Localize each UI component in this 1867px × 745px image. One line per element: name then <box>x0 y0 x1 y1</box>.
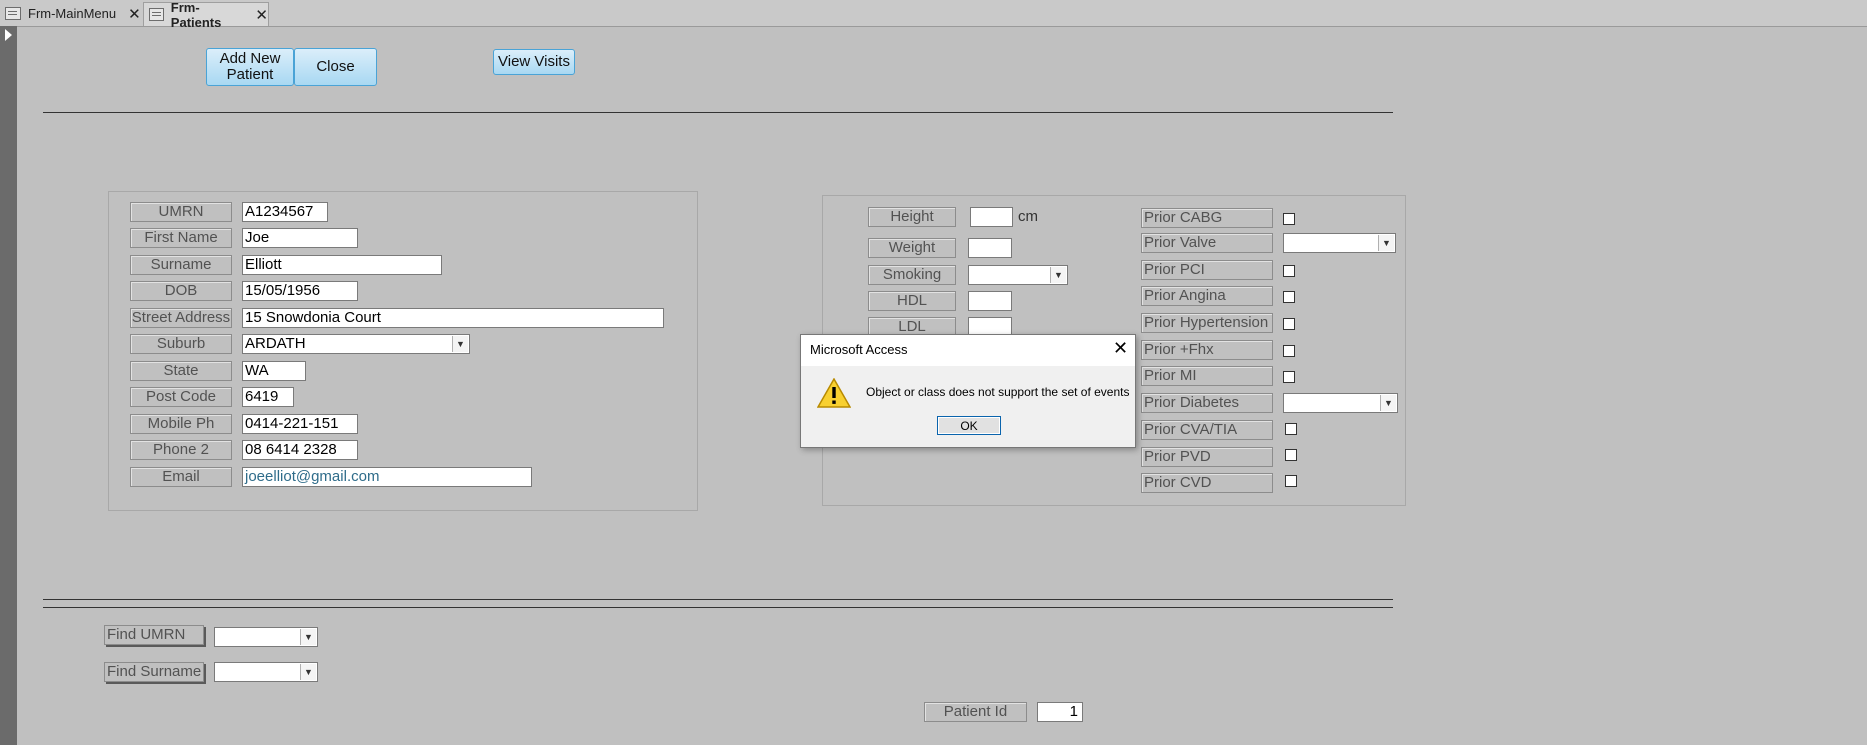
prior-cva-tia-label: Prior CVA/TIA <box>1141 420 1273 440</box>
prior-fhx-label: Prior +Fhx <box>1141 340 1273 360</box>
prior-pvd-label: Prior PVD <box>1141 447 1273 467</box>
prior-hypertension-checkbox[interactable] <box>1283 318 1295 330</box>
form-icon <box>149 8 164 21</box>
prior-cabg-checkbox[interactable] <box>1283 213 1295 225</box>
height-unit: cm <box>1018 208 1038 225</box>
post-code-field[interactable]: 6419 <box>242 387 294 407</box>
close-button[interactable]: Close <box>294 48 377 86</box>
chevron-down-icon[interactable]: ▼ <box>1050 267 1066 283</box>
tab-patients[interactable]: Frm-Patients ✕ <box>143 0 269 30</box>
suburb-value: ARDATH <box>245 335 306 352</box>
dialog-title: Microsoft Access <box>810 342 908 357</box>
patient-id-label: Patient Id <box>924 702 1027 722</box>
email-label: Email <box>130 467 232 487</box>
dialog-body: Object or class does not support the set… <box>801 366 1135 447</box>
form-icon <box>5 7 21 20</box>
email-field[interactable]: joeelliot@gmail.com <box>242 467 532 487</box>
prior-cvd-label: Prior CVD <box>1141 473 1273 493</box>
weight-label: Weight <box>868 238 956 258</box>
phone-2-field[interactable]: 08 6414 2328 <box>242 440 358 460</box>
street-address-field[interactable]: 15 Snowdonia Court <box>242 308 664 328</box>
dob-field[interactable]: 15/05/1956 <box>242 281 358 301</box>
chevron-down-icon[interactable]: ▼ <box>452 336 468 352</box>
record-arrow-icon <box>5 29 12 41</box>
close-icon[interactable]: ✕ <box>255 6 268 24</box>
prior-angina-label: Prior Angina <box>1141 286 1273 306</box>
suburb-label: Suburb <box>130 334 232 354</box>
suburb-combo[interactable]: ARDATH ▼ <box>242 334 470 354</box>
close-icon[interactable]: ✕ <box>1113 338 1128 359</box>
prior-cabg-label: Prior CABG <box>1141 208 1273 228</box>
smoking-label: Smoking <box>868 265 956 285</box>
tab-label: Frm-Patients <box>170 0 222 30</box>
divider <box>43 607 1393 608</box>
surname-label: Surname <box>130 255 232 275</box>
patient-id-field[interactable]: 1 <box>1037 702 1083 722</box>
prior-pci-label: Prior PCI <box>1141 260 1273 280</box>
prior-valve-label: Prior Valve <box>1141 233 1273 253</box>
chevron-down-icon[interactable]: ▼ <box>300 629 316 645</box>
divider <box>43 112 1393 113</box>
prior-valve-combo[interactable]: ▼ <box>1283 233 1396 253</box>
prior-pci-checkbox[interactable] <box>1283 265 1295 277</box>
chevron-down-icon[interactable]: ▼ <box>300 664 316 680</box>
find-umrn-label: Find UMRN <box>104 625 204 645</box>
view-visits-button[interactable]: View Visits <box>493 49 575 75</box>
hdl-field[interactable] <box>968 291 1012 311</box>
prior-hypertension-label: Prior Hypertension <box>1141 313 1273 333</box>
prior-diabetes-combo[interactable]: ▼ <box>1283 393 1398 413</box>
prior-pvd-checkbox[interactable] <box>1285 449 1297 461</box>
tab-label: Frm-MainMenu <box>28 6 117 21</box>
first-name-field[interactable]: Joe <box>242 228 358 248</box>
umrn-field[interactable]: A1234567 <box>242 202 328 222</box>
weight-field[interactable] <box>968 238 1012 258</box>
dob-label: DOB <box>130 281 232 301</box>
close-icon[interactable]: ✕ <box>128 5 141 23</box>
find-surname-label: Find Surname <box>104 662 204 682</box>
post-code-label: Post Code <box>130 387 232 407</box>
chevron-down-icon[interactable]: ▼ <box>1380 395 1396 411</box>
prior-mi-checkbox[interactable] <box>1283 371 1295 383</box>
height-label: Height <box>868 207 956 227</box>
tab-main-menu[interactable]: Frm-MainMenu ✕ <box>0 2 143 25</box>
prior-diabetes-label: Prior Diabetes <box>1141 393 1273 413</box>
document-tab-bar: Frm-MainMenu ✕ Frm-Patients ✕ <box>0 0 1867 30</box>
find-umrn-combo[interactable]: ▼ <box>214 627 318 647</box>
prior-cvd-checkbox[interactable] <box>1285 475 1297 487</box>
phone-2-label: Phone 2 <box>130 440 232 460</box>
ok-button[interactable]: OK <box>937 416 1001 435</box>
street-address-label: Street Address <box>130 308 232 328</box>
chevron-down-icon[interactable]: ▼ <box>1378 235 1394 251</box>
smoking-combo[interactable]: ▼ <box>968 265 1068 285</box>
state-label: State <box>130 361 232 381</box>
prior-angina-checkbox[interactable] <box>1283 291 1295 303</box>
prior-fhx-checkbox[interactable] <box>1283 345 1295 357</box>
hdl-label: HDL <box>868 291 956 311</box>
find-surname-combo[interactable]: ▼ <box>214 662 318 682</box>
umrn-label: UMRN <box>130 202 232 222</box>
record-selector[interactable] <box>0 26 17 745</box>
state-field[interactable]: WA <box>242 361 306 381</box>
divider <box>43 599 1393 600</box>
mobile-ph-label: Mobile Ph <box>130 414 232 434</box>
first-name-label: First Name <box>130 228 232 248</box>
error-dialog: Microsoft Access ✕ Object or class does … <box>800 334 1136 448</box>
prior-cva-tia-checkbox[interactable] <box>1285 423 1297 435</box>
warning-icon <box>817 378 851 408</box>
height-field[interactable] <box>970 207 1013 227</box>
mobile-ph-field[interactable]: 0414-221-151 <box>242 414 358 434</box>
surname-field[interactable]: Elliott <box>242 255 442 275</box>
prior-mi-label: Prior MI <box>1141 366 1273 386</box>
add-new-patient-button[interactable]: Add New Patient <box>206 48 294 86</box>
dialog-message: Object or class does not support the set… <box>866 385 1130 399</box>
